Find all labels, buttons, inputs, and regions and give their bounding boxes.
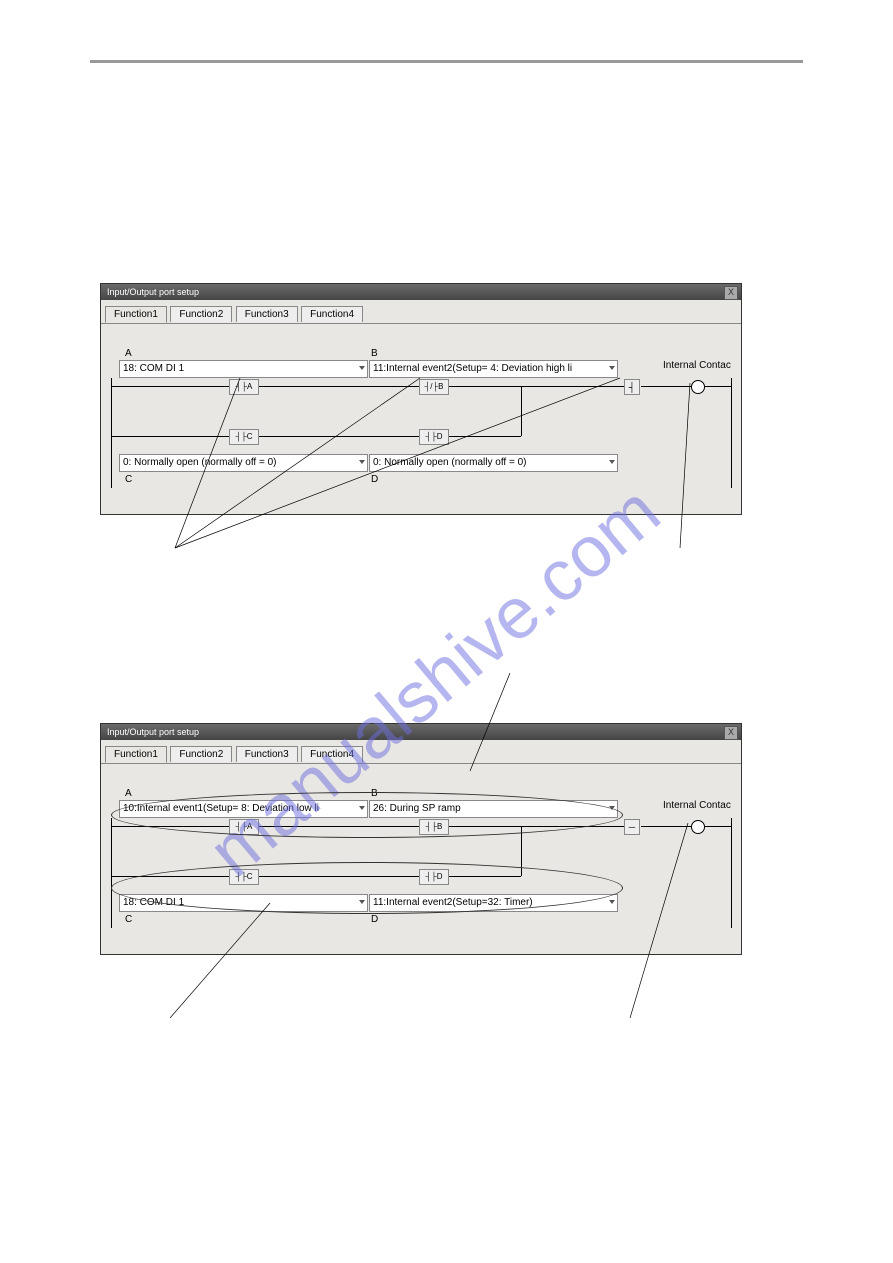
tab-function4[interactable]: Function4: [301, 746, 363, 762]
tab-function4[interactable]: Function4: [301, 306, 363, 322]
tab-function3[interactable]: Function3: [236, 306, 298, 322]
coil-1: [691, 380, 705, 394]
dropdown-D[interactable]: 0: Normally open (normally off = 0): [369, 454, 618, 472]
contact-C[interactable]: ┤├C: [229, 429, 259, 445]
close-icon[interactable]: X: [724, 286, 738, 300]
dropdown-A[interactable]: 18: COM DI 1: [119, 360, 368, 378]
annotation-ellipse-1: [111, 792, 623, 838]
label-D: D: [371, 474, 378, 485]
dialog-window-2: Input/Output port setup X Function1 Func…: [100, 723, 742, 955]
ladder-canvas-1: A B 18: COM DI 1 11:Internal event2(Setu…: [101, 323, 741, 514]
tab-function1[interactable]: Function1: [105, 306, 167, 323]
dialog-window-1: Input/Output port setup X Function1 Func…: [100, 283, 742, 515]
out-contact-1[interactable]: ┤: [624, 379, 640, 395]
tab-bar-2: Function1 Function2 Function3 Function4: [101, 740, 741, 763]
label-A: A: [125, 788, 132, 799]
window-title-2: Input/Output port setup: [107, 727, 199, 737]
tab-function1[interactable]: Function1: [105, 746, 167, 763]
page-divider: [90, 60, 803, 63]
ladder-canvas-2: A B 10:Internal event1(Setup= 8: Deviati…: [101, 763, 741, 954]
window-title-1: Input/Output port setup: [107, 287, 199, 297]
coil-2: [691, 820, 705, 834]
out-contact-2[interactable]: ─: [624, 819, 640, 835]
titlebar-1: Input/Output port setup X: [101, 284, 741, 300]
annotation-ellipse-2: [111, 862, 623, 914]
internal-contact-label-1: Internal Contac: [663, 360, 731, 371]
label-A: A: [125, 348, 132, 359]
contact-A[interactable]: ┤├A: [229, 379, 259, 395]
contact-D[interactable]: ┤├D: [419, 429, 449, 445]
internal-contact-label-2: Internal Contac: [663, 800, 731, 811]
label-C: C: [125, 474, 132, 485]
tab-function3[interactable]: Function3: [236, 746, 298, 762]
dropdown-B[interactable]: 11:Internal event2(Setup= 4: Deviation h…: [369, 360, 618, 378]
label-B: B: [371, 348, 378, 359]
close-icon[interactable]: X: [724, 726, 738, 740]
dropdown-C[interactable]: 0: Normally open (normally off = 0): [119, 454, 368, 472]
contact-B[interactable]: ┤/├B: [419, 379, 449, 395]
tab-function2[interactable]: Function2: [170, 746, 232, 762]
titlebar-2: Input/Output port setup X: [101, 724, 741, 740]
tab-function2[interactable]: Function2: [170, 306, 232, 322]
label-C: C: [125, 914, 132, 925]
label-D: D: [371, 914, 378, 925]
tab-bar-1: Function1 Function2 Function3 Function4: [101, 300, 741, 323]
